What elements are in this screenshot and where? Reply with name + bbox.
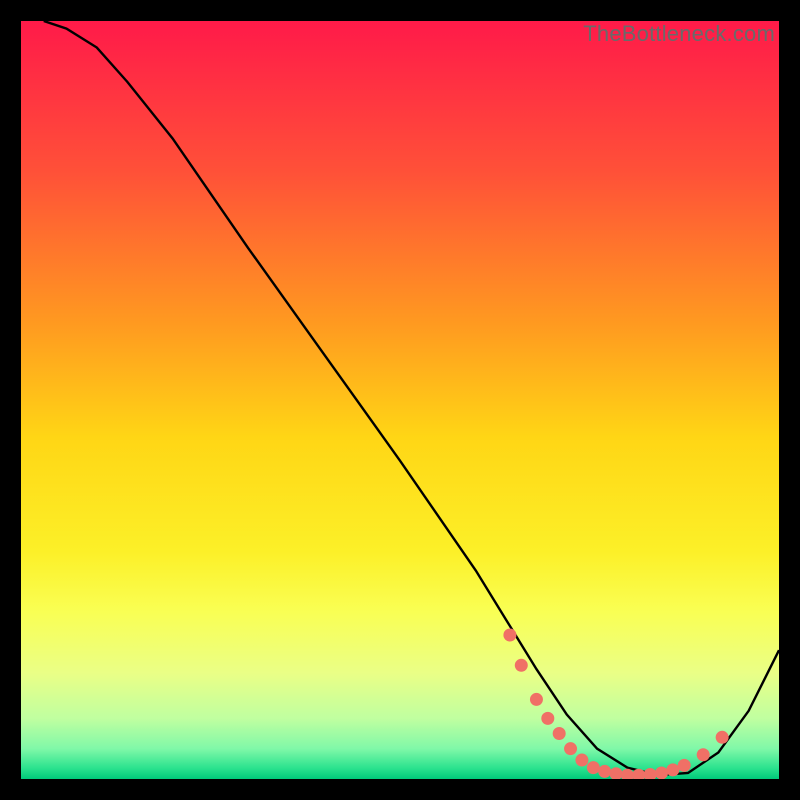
marker-dot: [541, 712, 554, 725]
bottleneck-chart: [21, 21, 779, 779]
marker-dot: [553, 727, 566, 740]
marker-dot: [503, 628, 516, 641]
marker-dot: [678, 759, 691, 772]
marker-dot: [530, 693, 543, 706]
marker-dot: [666, 763, 679, 776]
watermark-text: TheBottleneck.com: [583, 21, 775, 47]
marker-dot: [697, 748, 710, 761]
marker-dot: [575, 754, 588, 767]
marker-dot: [716, 731, 729, 744]
chart-frame: TheBottleneck.com: [21, 21, 779, 779]
marker-dot: [564, 742, 577, 755]
marker-dot: [655, 766, 668, 779]
chart-background: [21, 21, 779, 779]
marker-dot: [587, 761, 600, 774]
marker-dot: [598, 765, 611, 778]
marker-dot: [515, 659, 528, 672]
